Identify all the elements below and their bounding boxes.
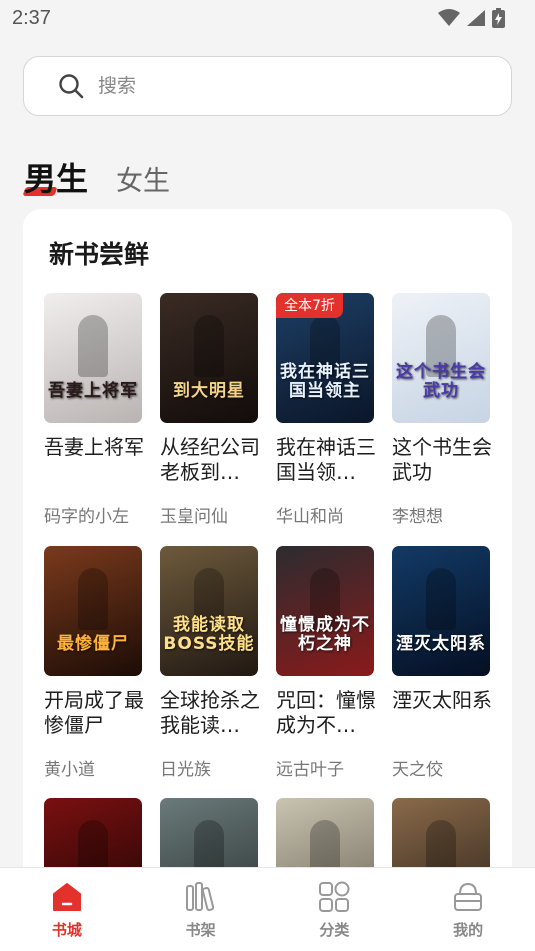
book-item[interactable]: 吾妻上将军 吾妻上将军 码字的小左 <box>44 293 144 527</box>
tab-female-label: 女生 <box>116 166 171 197</box>
book-cover[interactable]: 这个书生会武功 <box>392 293 490 423</box>
book-item[interactable]: 我在神话三国当领主 全本7折我在神话三国当领… 华山和尚 <box>276 293 376 527</box>
nav-item-category[interactable]: 分类 <box>294 880 374 940</box>
book-item[interactable]: 最惨僵尸开局成了最惨僵尸黄小道 <box>44 546 144 780</box>
book-cover[interactable]: 憧憬成为不朽之神 <box>276 546 374 676</box>
book-cover[interactable]: 吾妻上将军 <box>44 293 142 423</box>
nav-item-bookshelf[interactable]: 书架 <box>161 880 241 940</box>
book-author: 日光族 <box>160 760 211 780</box>
gender-tabs: 男生 女生 <box>22 150 170 200</box>
status-time: 2:37 <box>12 6 51 29</box>
book-author: 远古叶子 <box>276 760 344 780</box>
book-title[interactable]: 从经纪公司老板到… <box>160 435 260 485</box>
cover-figure <box>426 568 456 630</box>
book-author: 华山和尚 <box>276 507 344 527</box>
book-author: 码字的小左 <box>44 507 129 527</box>
nav-item-profile[interactable]: 我的 <box>428 880 508 940</box>
book-author: 黄小道 <box>44 760 95 780</box>
signal-icon <box>467 10 485 26</box>
search-bar[interactable] <box>23 56 512 116</box>
book-title[interactable]: 开局成了最惨僵尸 <box>44 688 144 738</box>
nav-label-bookshelf: 书架 <box>185 920 216 939</box>
cover-figure <box>78 315 108 377</box>
cover-title: 我在神话三国当领主 <box>280 362 370 401</box>
profile-icon <box>454 882 483 911</box>
book-author: 天之佼 <box>392 760 443 780</box>
search-input[interactable] <box>98 75 458 97</box>
book-author: 玉皇问仙 <box>160 507 228 527</box>
battery-icon <box>492 8 505 28</box>
book-title[interactable]: 我在神话三国当领… <box>276 435 376 485</box>
book-title[interactable]: 全球抢杀之我能读… <box>160 688 260 738</box>
book-title[interactable]: 吾妻上将军 <box>44 435 144 485</box>
cover-title: 这个书生会武功 <box>396 362 486 401</box>
book-cover[interactable]: 湮灭太阳系 <box>392 546 490 676</box>
nav-item-bookstore[interactable]: 书城 <box>27 880 107 940</box>
cover-title: 吾妻上将军 <box>48 381 138 401</box>
tab-male-label: 男生 <box>24 160 89 198</box>
bookshelf-icon <box>185 881 214 911</box>
tab-male[interactable]: 男生 <box>22 154 89 200</box>
book-title[interactable]: 这个书生会武功 <box>392 435 492 485</box>
new-books-card: 新书尝鲜 吾妻上将军 吾妻上将军 码字的小左 到大明星 从经纪公司老板到… 玉皇问仙 我在神… <box>23 209 512 928</box>
category-icon <box>319 881 350 912</box>
book-cover[interactable]: 最惨僵尸 <box>44 546 142 676</box>
nav-label-profile: 我的 <box>453 920 484 939</box>
cover-title: 憧憬成为不朽之神 <box>280 615 370 654</box>
book-author: 李想想 <box>392 507 443 527</box>
cover-figure <box>78 568 108 630</box>
nav-label-bookstore: 书城 <box>51 920 82 939</box>
status-icons <box>438 8 505 28</box>
bottom-nav: 书城 书架 分类 我的 <box>0 867 535 951</box>
book-item[interactable]: 憧憬成为不朽之神咒回：憧憬成为不… 远古叶子 <box>276 546 376 780</box>
book-item[interactable]: 我能读取BOSS技能全球抢杀之我能读… 日光族 <box>160 546 260 780</box>
book-title[interactable]: 咒回：憧憬成为不… <box>276 688 376 738</box>
book-item[interactable]: 湮灭太阳系 湮灭太阳系 天之佼 <box>392 546 492 780</box>
search-icon <box>59 74 84 99</box>
cover-title: 到大明星 <box>173 381 245 401</box>
book-cover[interactable]: 我在神话三国当领主 全本7折 <box>276 293 374 423</box>
wifi-icon <box>438 9 460 26</box>
book-title[interactable]: 湮灭太阳系 <box>392 688 492 738</box>
book-item[interactable]: 这个书生会武功 这个书生会武功 李想想 <box>392 293 492 527</box>
book-cover[interactable]: 到大明星 <box>160 293 258 423</box>
book-item[interactable]: 到大明星从经纪公司老板到… 玉皇问仙 <box>160 293 260 527</box>
discount-badge: 全本7折 <box>276 293 343 318</box>
cover-figure <box>194 315 224 377</box>
book-cover[interactable]: 我能读取BOSS技能 <box>160 546 258 676</box>
tab-female[interactable]: 女生 <box>116 159 170 200</box>
status-bar: 2:37 <box>0 0 535 36</box>
bookstore-icon <box>52 882 81 911</box>
nav-label-category: 分类 <box>319 920 350 939</box>
cover-title: 湮灭太阳系 <box>396 634 486 654</box>
cover-title: 我能读取BOSS技能 <box>163 615 255 654</box>
cover-title: 最惨僵尸 <box>57 634 129 654</box>
section-title: 新书尝鲜 <box>49 240 150 269</box>
